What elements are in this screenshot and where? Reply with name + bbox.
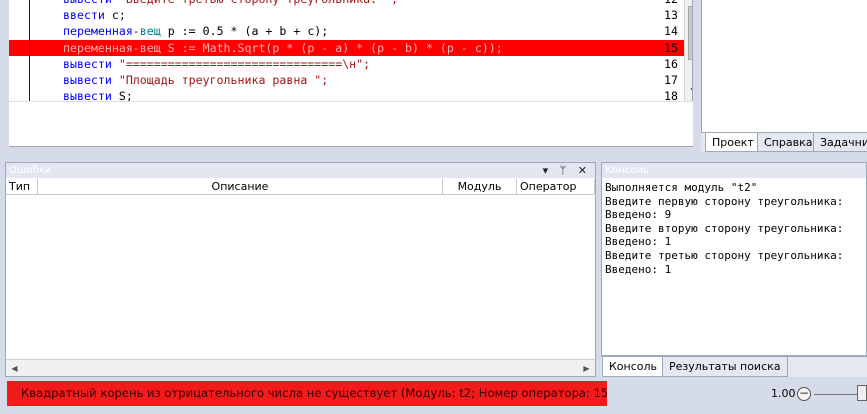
code-token: c; (111, 8, 126, 23)
code-token: переменная- (63, 40, 140, 55)
code-token: вывести (63, 89, 119, 101)
zoom-slider-thumb[interactable] (857, 385, 867, 401)
tab-console[interactable]: Консоль (602, 357, 665, 377)
indent-guide (29, 7, 30, 24)
console-panel-tabs: Консоль Результаты поиска (601, 356, 867, 377)
errors-column-header: Тип Описание Модуль Оператор (6, 179, 595, 195)
code-text: вывести "===============================… (63, 56, 370, 72)
code-text: вывести "Площадь треугольника равна "; (63, 72, 328, 88)
console-output: Выполняется модуль "t2" Введите первую с… (605, 181, 844, 276)
indent-guide (29, 71, 30, 89)
scroll-down-icon[interactable]: ▼ (685, 82, 692, 99)
errors-horizontal-scrollbar[interactable]: ◀ ▶ (6, 359, 595, 376)
zoom-value: 1.00 (771, 387, 796, 400)
code-token: вывести (63, 72, 119, 87)
panel-controls-icon[interactable]: ▾ ᛘ ✕ (543, 163, 591, 178)
tab-project[interactable]: Проект (705, 133, 761, 152)
errors-panel: Ошибки ▾ ᛘ ✕ Тип Описание Модуль Операто… (5, 162, 596, 377)
code-line-error[interactable]: переменная-вещ S := Math.Sqrt(p * (p - a… (9, 39, 684, 56)
scrollbar-thumb[interactable] (688, 6, 692, 60)
code-line[interactable]: вывести "===============================… (9, 55, 684, 72)
indent-guide (29, 39, 30, 56)
column-description[interactable]: Описание (38, 179, 443, 195)
code-token: вывести (63, 0, 119, 6)
code-token: S; (118, 89, 133, 101)
scroll-right-icon[interactable]: ▶ (578, 360, 595, 377)
code-editor[interactable]: вывести "Введите третью сторону треуголь… (9, 0, 693, 101)
code-text: ввести c; (63, 7, 126, 23)
zoom-out-icon[interactable]: − (797, 387, 811, 401)
project-panel (701, 0, 867, 132)
code-line[interactable]: ввести c; 13 (9, 7, 684, 24)
code-line[interactable]: вывести "Площадь треугольника равна "; 17 (9, 71, 684, 89)
code-line[interactable]: переменная-вещ p := 0.5 * (a + b + c); 14 (9, 23, 684, 40)
editor-lines[interactable]: вывести "Введите третью сторону треуголь… (9, 0, 684, 101)
line-number: 16 (664, 56, 678, 71)
indent-guide (29, 88, 30, 101)
indent-guide (29, 55, 30, 72)
code-token: "Площадь треугольника равна "; (118, 72, 329, 87)
line-number: 18 (664, 89, 678, 101)
column-type[interactable]: Тип (6, 179, 38, 195)
indent-guide (29, 0, 30, 8)
column-operator[interactable]: Оператор (517, 179, 595, 195)
code-token: p := 0.5 * (a + b + c); (160, 24, 329, 39)
right-panel-tabs: Проект Справка Задачни (701, 132, 867, 152)
column-module[interactable]: Модуль (443, 179, 517, 195)
code-text: вывести "Введите третью сторону треуголь… (63, 0, 398, 7)
console-panel-header: Консоль (602, 163, 866, 178)
line-number: 12 (638, 0, 678, 7)
code-line[interactable]: вывести S; 18 (9, 88, 684, 101)
code-text: вывести S; (63, 88, 133, 101)
errors-panel-header: Ошибки ▾ ᛘ ✕ (6, 163, 595, 178)
tab-search-results[interactable]: Результаты поиска (662, 357, 788, 377)
errors-panel-title: Ошибки (9, 165, 52, 176)
code-line[interactable]: вывести "Введите третью сторону треуголь… (9, 0, 684, 8)
scroll-left-icon[interactable]: ◀ (6, 360, 23, 377)
status-error-message: Квадратный корень из отрицательного числ… (7, 381, 607, 406)
status-bar: Квадратный корень из отрицательного числ… (0, 378, 867, 414)
tab-tasks[interactable]: Задачни (813, 133, 867, 152)
code-token: вывести (63, 56, 119, 71)
console-panel: Консоль Выполняется модуль "t2" Введите … (601, 162, 867, 356)
console-panel-title: Консоль (605, 165, 649, 176)
line-number: 13 (664, 8, 678, 23)
code-token: вещ (139, 24, 161, 39)
code-token: ввести (63, 8, 112, 23)
indent-guide (29, 23, 30, 40)
editor-vertical-scrollbar[interactable]: ▲ ▼ (684, 0, 692, 101)
editor-bottom-area (9, 101, 693, 147)
line-number: 14 (664, 24, 678, 39)
line-number: 17 (664, 72, 678, 87)
code-token: S := Math.Sqrt(p * (p - a) * (p - b) * (… (160, 40, 503, 55)
code-text: переменная-вещ p := 0.5 * (a + b + c); (63, 23, 328, 39)
code-text: переменная-вещ S := Math.Sqrt(p * (p - a… (63, 40, 503, 56)
code-token: "===============================\н"; (118, 56, 371, 71)
code-token: переменная- (63, 24, 140, 39)
tab-help[interactable]: Справка (757, 133, 820, 152)
code-token: вещ (139, 40, 161, 55)
code-token: "Введите третью сторону треугольника: "; (119, 0, 398, 6)
line-number: 15 (664, 40, 678, 55)
